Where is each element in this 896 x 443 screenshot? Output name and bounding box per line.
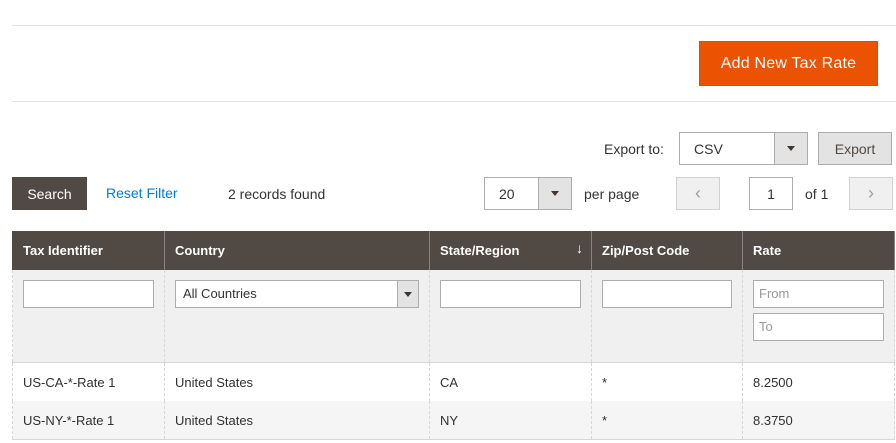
per-page-label: per page — [584, 186, 640, 202]
per-page-value: 20 — [499, 185, 515, 202]
records-found: 2 records found — [228, 186, 326, 202]
column-header-state-region[interactable]: State/Region ↓ — [429, 231, 592, 270]
filter-row: All Countries From To — [12, 270, 895, 363]
chevron-down-icon — [774, 133, 807, 164]
export-button[interactable]: Export — [818, 132, 892, 165]
sort-arrow-down-icon: ↓ — [576, 240, 583, 256]
chevron-down-icon — [538, 178, 571, 209]
column-header-tax-identifier[interactable]: Tax Identifier — [12, 231, 165, 270]
header-divider — [12, 101, 896, 102]
cell-state-region: NY — [429, 401, 592, 440]
top-divider — [12, 25, 896, 26]
cell-tax-identifier: US-NY-*-Rate 1 — [12, 401, 165, 440]
reset-filter-link[interactable]: Reset Filter — [106, 185, 178, 201]
chevron-down-icon — [397, 281, 418, 307]
per-page-select[interactable]: 20 — [484, 177, 572, 210]
tax-rates-grid: Tax Identifier Country State/Region ↓ Zi… — [12, 231, 895, 440]
chevron-right-icon: › — [868, 183, 874, 203]
cell-zip: * — [591, 401, 743, 440]
table-row[interactable]: US-NY-*-Rate 1 United States NY * 8.3750 — [12, 401, 895, 440]
column-header-zip-post-code[interactable]: Zip/Post Code — [591, 231, 743, 270]
add-new-tax-rate-button[interactable]: Add New Tax Rate — [699, 41, 878, 86]
cell-rate: 8.3750 — [742, 401, 895, 440]
zip-filter-input[interactable] — [602, 280, 732, 308]
cell-zip: * — [591, 362, 743, 401]
country-filter-value: All Countries — [183, 286, 257, 301]
export-format-select[interactable]: CSV — [679, 132, 808, 165]
page-number-input[interactable]: 1 — [749, 177, 793, 210]
export-format-value: CSV — [694, 140, 723, 157]
search-button[interactable]: Search — [12, 177, 87, 210]
tax-identifier-filter-input[interactable] — [23, 280, 154, 308]
rate-from-input[interactable]: From — [753, 280, 884, 308]
next-page-button[interactable]: › — [849, 177, 893, 210]
cell-rate: 8.2500 — [742, 362, 895, 401]
column-header-rate[interactable]: Rate — [742, 231, 895, 270]
previous-page-button[interactable]: ‹ — [676, 177, 720, 210]
total-pages: of 1 — [805, 186, 829, 202]
rate-to-input[interactable]: To — [753, 313, 884, 341]
cell-country: United States — [164, 362, 430, 401]
table-row[interactable]: US-CA-*-Rate 1 United States CA * 8.2500 — [12, 362, 895, 401]
chevron-left-icon: ‹ — [695, 183, 701, 203]
column-header-country[interactable]: Country — [164, 231, 430, 270]
state-region-filter-input[interactable] — [440, 280, 581, 308]
cell-tax-identifier: US-CA-*-Rate 1 — [12, 362, 165, 401]
export-label: Export to: — [604, 141, 664, 157]
country-filter-select[interactable]: All Countries — [175, 280, 419, 308]
column-header-state-region-label: State/Region — [440, 243, 520, 258]
cell-state-region: CA — [429, 362, 592, 401]
cell-country: United States — [164, 401, 430, 440]
